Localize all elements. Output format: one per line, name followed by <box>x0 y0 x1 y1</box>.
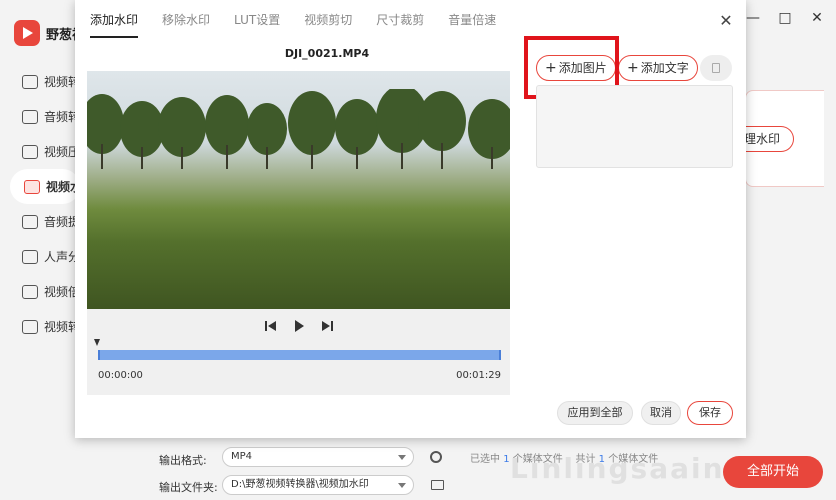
output-folder-value: D:\野葱视频转换器\视频加水印 <box>231 479 369 490</box>
save-button[interactable]: 保存 <box>687 401 733 425</box>
tab-size-crop[interactable]: 尺寸裁剪 <box>376 0 424 38</box>
next-frame-icon[interactable] <box>321 320 333 332</box>
maximize-icon[interactable]: □ <box>778 10 792 26</box>
output-format-select[interactable]: MP4 <box>222 447 414 467</box>
video-compress-icon <box>22 144 38 159</box>
tab-lut-settings[interactable]: LUT设置 <box>234 0 280 38</box>
sidebar-item-video-speed[interactable]: 视频倍 <box>0 274 80 309</box>
previous-frame-icon[interactable] <box>264 320 277 332</box>
sidebar-item-voice-separate[interactable]: 人声分 <box>0 239 80 274</box>
tree-line <box>87 89 510 169</box>
time-start: 00:00:00 <box>98 370 143 381</box>
audio-convert-icon <box>22 109 38 124</box>
sidebar-item-video-watermark[interactable]: 视频水 <box>10 169 80 204</box>
sidebar: 视频转 音频转 视频压 视频水 音频提 人声分 视频倍 视频转 <box>0 64 80 344</box>
trash-icon <box>712 63 720 73</box>
video-convert-icon <box>22 74 38 89</box>
playback-controls <box>87 320 510 332</box>
cancel-button[interactable]: 取消 <box>641 401 681 425</box>
minimize-icon[interactable]: — <box>746 10 760 26</box>
sidebar-item-video-convert[interactable]: 视频转 <box>0 64 80 99</box>
gear-icon[interactable] <box>430 451 442 463</box>
video-preview <box>87 71 510 309</box>
add-text-label: 添加文字 <box>640 61 689 75</box>
chevron-down-icon <box>398 483 406 488</box>
video-watermark-icon <box>24 179 40 194</box>
video-player: 00:00:00 00:01:29 <box>87 71 510 395</box>
dialog-tabs: 添加水印 移除水印 LUT设置 视频剪切 尺寸裁剪 音量倍速 <box>90 0 496 38</box>
delete-button[interactable] <box>700 55 732 81</box>
output-format-value: MP4 <box>231 451 253 462</box>
watermark-dialog: 添加水印 移除水印 LUT设置 视频剪切 尺寸裁剪 音量倍速 ✕ DJI_002… <box>75 0 746 438</box>
audio-extract-icon <box>22 214 38 229</box>
tab-remove-watermark[interactable]: 移除水印 <box>162 0 210 38</box>
playhead[interactable] <box>94 339 100 349</box>
sidebar-item-video-compress[interactable]: 视频压 <box>0 134 80 169</box>
timeline-bar[interactable] <box>98 350 501 360</box>
remove-watermark-button[interactable]: 理水印 <box>744 126 794 152</box>
image-watermark: Linlingsaaing <box>510 452 747 485</box>
output-folder-label: 输出文件夹: <box>159 481 218 494</box>
sidebar-item-audio-convert[interactable]: 音频转 <box>0 99 80 134</box>
selected-prefix: 已选中 <box>470 454 500 465</box>
video-speed-icon <box>22 284 38 299</box>
sidebar-item-audio-extract[interactable]: 音频提 <box>0 204 80 239</box>
window-controls: — □ ✕ <box>746 10 824 26</box>
voice-separate-icon <box>22 249 38 264</box>
video-title: DJI_0021.MP4 <box>284 47 370 60</box>
selected-count: 1 <box>503 454 510 465</box>
output-folder-select[interactable]: D:\野葱视频转换器\视频加水印 <box>222 475 414 495</box>
tab-video-cut[interactable]: 视频剪切 <box>304 0 352 38</box>
folder-icon[interactable] <box>431 480 444 490</box>
close-window-icon[interactable]: ✕ <box>810 10 824 26</box>
tab-add-watermark[interactable]: 添加水印 <box>90 0 139 38</box>
close-icon[interactable]: ✕ <box>718 11 734 30</box>
app-logo <box>14 20 40 46</box>
play-icon[interactable] <box>293 320 305 332</box>
start-all-button[interactable]: 全部开始 <box>723 456 823 488</box>
apply-all-button[interactable]: 应用到全部 <box>557 401 633 425</box>
video-gif-icon <box>22 319 38 334</box>
output-format-label: 输出格式: <box>159 454 207 467</box>
add-text-button[interactable]: + 添加文字 <box>618 55 698 81</box>
time-end: 00:01:29 <box>456 370 501 381</box>
tab-volume-speed[interactable]: 音量倍速 <box>448 0 496 38</box>
plus-icon: + <box>627 60 639 76</box>
sidebar-item-video-gif[interactable]: 视频转 <box>0 309 80 344</box>
watermark-list <box>536 85 733 168</box>
chevron-down-icon <box>398 455 406 460</box>
